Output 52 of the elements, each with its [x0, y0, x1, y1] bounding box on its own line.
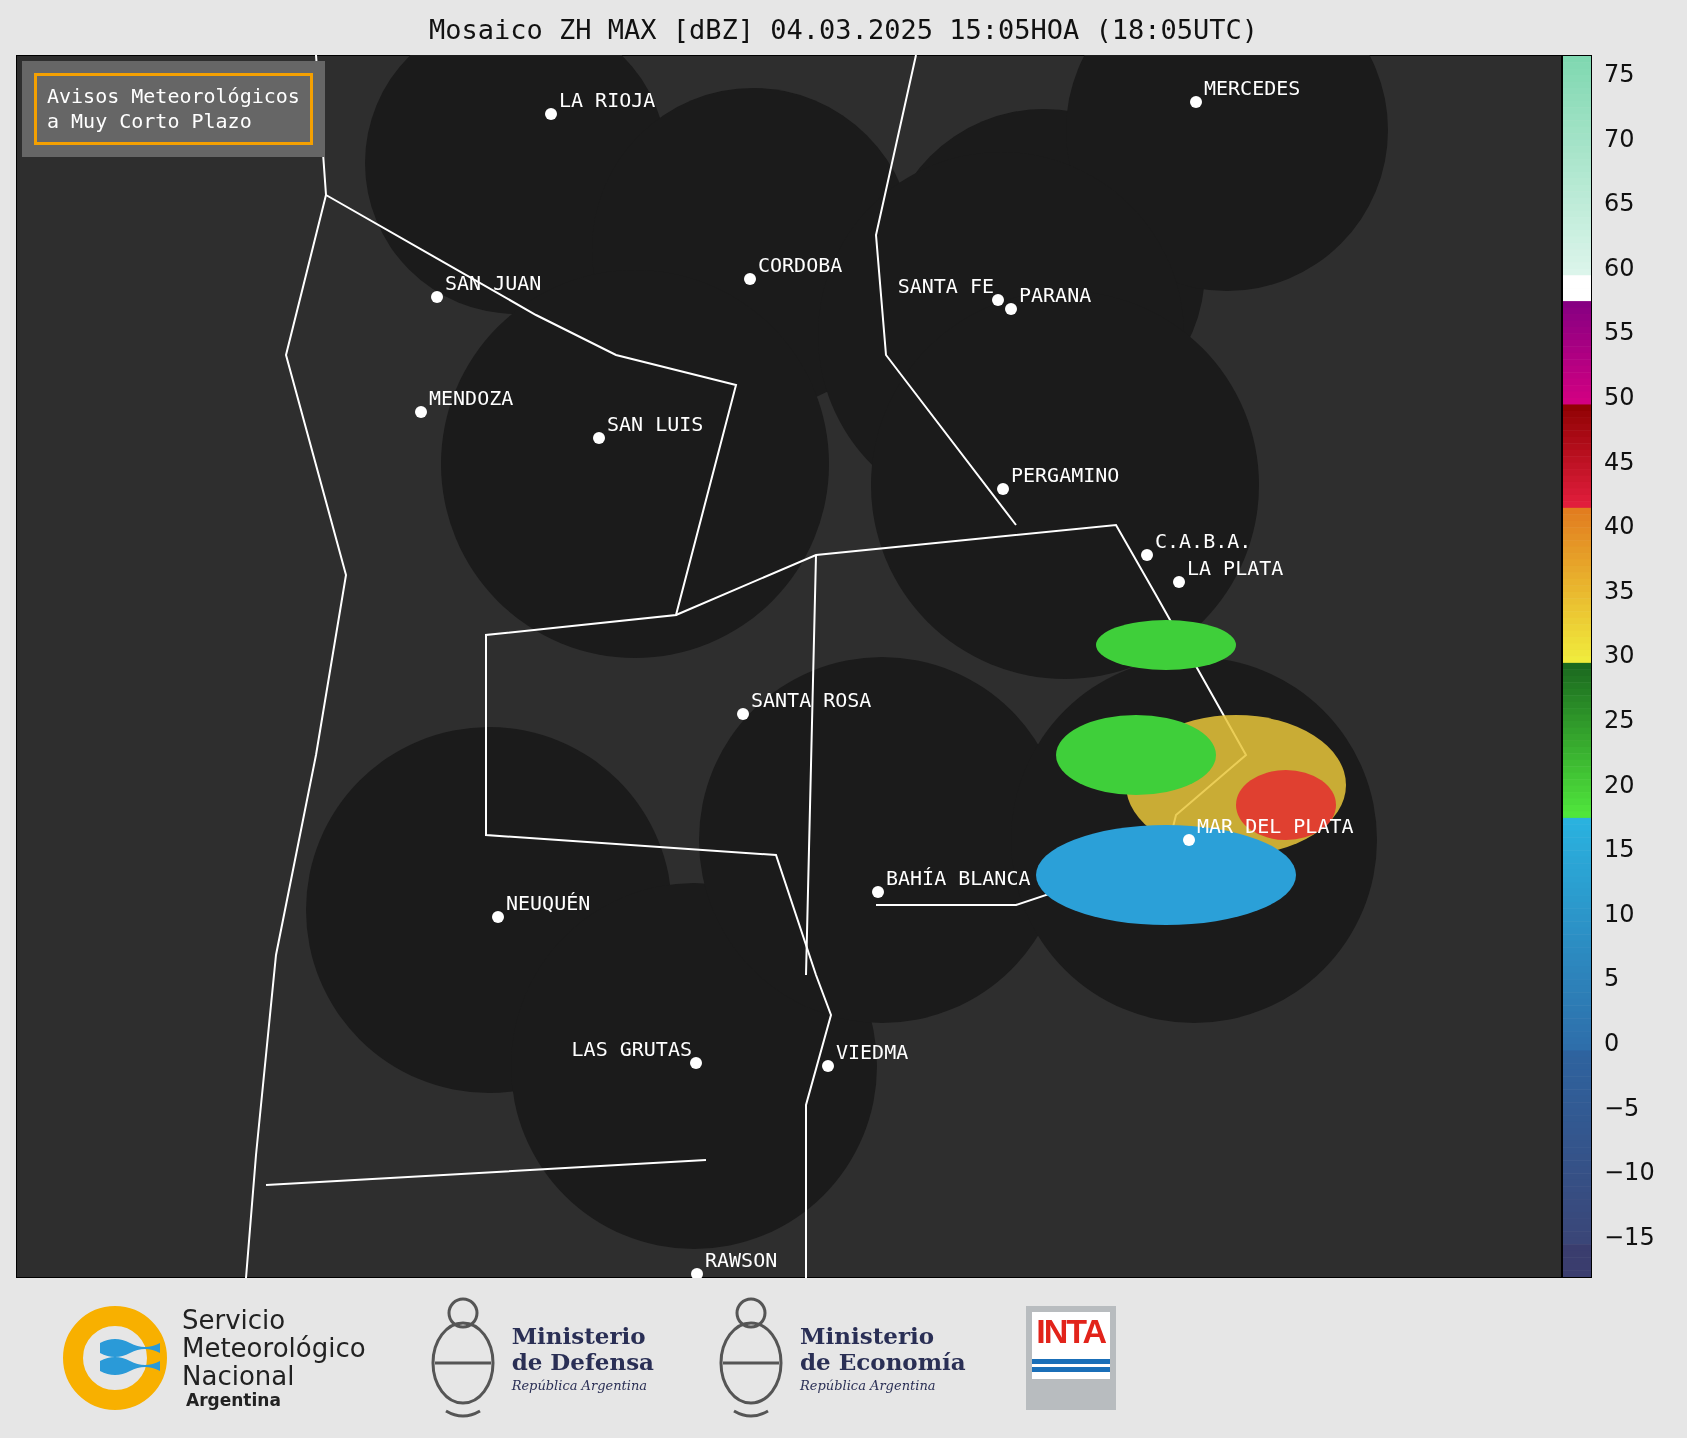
- city-label: MENDOZA: [429, 386, 514, 410]
- scale-tick-label: 50: [1604, 383, 1635, 411]
- city-label: PARANA: [1019, 283, 1092, 307]
- scale-tick-label: 65: [1604, 189, 1635, 218]
- city-label: CORDOBA: [758, 253, 843, 277]
- org-country: Argentina: [185, 1390, 282, 1411]
- org-name-line: Meteorológico: [182, 1333, 366, 1363]
- ministry-country: República Argentina: [800, 1377, 937, 1393]
- stripes-icon: [1031, 1351, 1110, 1379]
- city-label: SAN JUAN: [445, 271, 542, 295]
- scale-tick-label: 0: [1604, 1029, 1620, 1057]
- ministry-country: República Argentina: [511, 1377, 649, 1393]
- scale-tick-label: −15: [1604, 1222, 1655, 1251]
- city-label: LAS GRUTAS: [571, 1037, 692, 1061]
- city-dot: [691, 1268, 703, 1278]
- city-label: MERCEDES: [1204, 76, 1301, 100]
- city-label: LA RIOJA: [559, 88, 656, 112]
- scale-tick-label: −5: [1604, 1093, 1640, 1122]
- scale-tick-label: 20: [1604, 770, 1635, 799]
- scale-tick-label: 75: [1604, 60, 1635, 88]
- scale-tick-label: 70: [1604, 124, 1635, 153]
- scale-tick-label: 60: [1604, 253, 1635, 282]
- scale-tick-label: 55: [1604, 318, 1635, 347]
- scale-tick-label: 15: [1604, 835, 1635, 864]
- chart-title: Mosaico ZH MAX [dBZ] 04.03.2025 15:05HOA (18:05UTC): [429, 13, 1258, 45]
- city-label: SANTA ROSA: [751, 688, 872, 712]
- city-label: SANTA FE: [897, 274, 994, 298]
- city-label: SAN LUIS: [607, 412, 704, 436]
- scale-tick-label: 30: [1604, 641, 1635, 670]
- scale-tick-label: 45: [1604, 447, 1635, 476]
- city-label: PERGAMINO: [1011, 463, 1120, 487]
- city-label: NEUQUÉN: [506, 891, 591, 915]
- ministry-subtitle: de Defensa: [511, 1348, 655, 1374]
- city-label: C.A.B.A.: [1155, 529, 1252, 553]
- scale-tick-label: 40: [1604, 512, 1635, 541]
- ministry-title: Ministerio: [800, 1323, 936, 1349]
- city-label: RAWSON: [705, 1248, 778, 1272]
- scale-tick-label: 35: [1604, 576, 1635, 605]
- scale-tick-label: 5: [1604, 964, 1620, 993]
- city-label: VIEDMA: [836, 1040, 909, 1064]
- scale-tick-label: 25: [1604, 706, 1635, 734]
- notice-text: Avisos Meteorológicos a Muy Corto Plazo: [34, 73, 313, 145]
- scale-tick-label: −10: [1604, 1158, 1655, 1187]
- ministry-subtitle: de Economía: [800, 1348, 966, 1374]
- org-name-line: Nacional: [182, 1362, 295, 1391]
- city-label: LA PLATA: [1187, 556, 1284, 580]
- scale-tick-label: 10: [1604, 899, 1635, 928]
- ministry-title: Ministerio: [511, 1323, 647, 1349]
- org-name-line: Servicio: [182, 1305, 287, 1334]
- city-label: BAHÍA BLANCA: [886, 866, 1031, 890]
- smn-logo-icon: [60, 1303, 170, 1413]
- inta-logo-text: INTA: [1031, 1312, 1110, 1351]
